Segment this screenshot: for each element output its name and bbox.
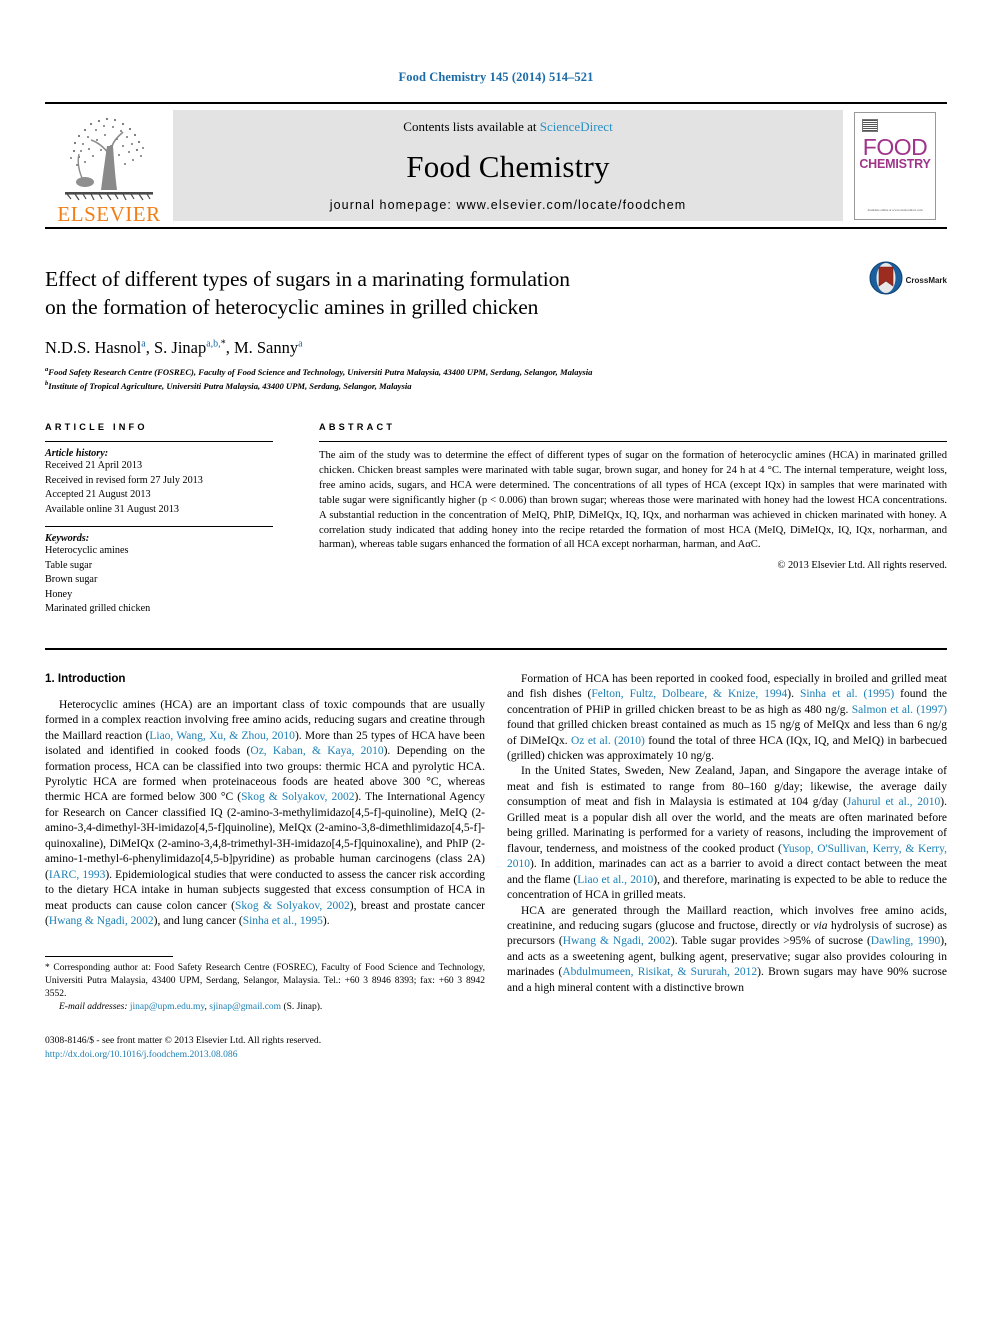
sciencedirect-link[interactable]: ScienceDirect	[540, 119, 613, 134]
body-columns: 1. Introduction Heterocyclic amines (HCA…	[45, 672, 947, 1062]
title-line-1: Effect of different types of sugars in a…	[45, 267, 570, 291]
affiliation-line: bInstitute of Tropical Agriculture, Univ…	[45, 379, 947, 392]
author-list: N.D.S. Hasnola, S. Jinapa,b,*, M. Sannya	[45, 337, 303, 357]
cover-publisher-mark-icon	[862, 118, 878, 132]
abstract-text: The aim of the study was to determine th…	[319, 450, 947, 551]
email-link-primary[interactable]: jinap@upm.edu.my	[130, 1002, 205, 1012]
keywords-group: Keywords: Heterocyclic amines Table suga…	[45, 527, 273, 625]
author-affiliation-mark: a	[298, 338, 303, 350]
section-heading-introduction: 1. Introduction	[45, 671, 126, 685]
abstract-column: ABSTRACT The aim of the study was to det…	[319, 422, 947, 625]
info-abstract-region: ARTICLE INFO Article history: Received 2…	[45, 422, 947, 625]
history-item: Accepted 21 August 2013	[45, 489, 151, 501]
keyword-item: Honey	[45, 588, 73, 600]
right-column: Formation of HCA has been reported in co…	[507, 672, 947, 1062]
elsevier-tree-icon	[55, 110, 163, 206]
body-paragraph: Formation of HCA has been reported in co…	[507, 672, 948, 762]
email-link-secondary[interactable]: sjinap@gmail.com	[209, 1002, 281, 1012]
footnote-separator	[45, 955, 173, 957]
journal-masthead: ELSEVIER Contents lists available at Sci…	[45, 102, 947, 229]
history-item: Available online 31 August 2013	[45, 503, 179, 515]
body-paragraph: Heterocyclic amines (HCA) are an importa…	[45, 698, 486, 928]
email-footnote: E-mail addresses: jinap@upm.edu.my, sjin…	[59, 1001, 323, 1012]
abstract-heading: ABSTRACT	[319, 422, 396, 433]
author-name: M. Sanny	[233, 337, 299, 357]
title-block: CrossMark Effect of different types of s…	[45, 261, 947, 392]
elsevier-wordmark: ELSEVIER	[57, 202, 161, 226]
abstract-copyright: © 2013 Elsevier Ltd. All rights reserved…	[777, 560, 948, 572]
body-paragraph: HCA are generated through the Maillard r…	[507, 904, 947, 994]
page-title: Effect of different types of sugars in a…	[45, 265, 805, 322]
journal-cover-thumbnail: FOOD CHEMISTRY Available online at www.s…	[843, 104, 947, 227]
article-history-group: Article history: Received 21 April 2013 …	[45, 442, 273, 526]
author-name: N.D.S. Hasnol	[45, 337, 142, 357]
article-info-column: ARTICLE INFO Article history: Received 2…	[45, 422, 273, 625]
article-history-label: Article history:	[45, 448, 109, 460]
keyword-item: Heterocyclic amines	[45, 545, 129, 557]
keyword-item: Brown sugar	[45, 574, 98, 586]
author-name: S. Jinap	[153, 337, 207, 357]
elsevier-logo: ELSEVIER	[45, 104, 173, 227]
history-item: Received 21 April 2013	[45, 460, 143, 472]
body-paragraph: In the United States, Sweden, New Zealan…	[507, 765, 948, 902]
email-suffix: (S. Jinap).	[283, 1001, 323, 1012]
crossmark-icon	[869, 261, 903, 300]
contents-available-line: Contents lists available at ScienceDirec…	[403, 119, 612, 135]
keyword-item: Table sugar	[45, 559, 93, 571]
crossmark-badge[interactable]: CrossMark	[869, 261, 947, 300]
cover-footer-text: Available online at www.sciencedirect.co…	[867, 207, 923, 212]
affiliation-text: Institute of Tropical Agriculture, Unive…	[48, 380, 412, 391]
cover-title-food: FOOD	[862, 133, 928, 160]
affiliation-text: Food Safety Research Centre (FOSREC), Fa…	[48, 366, 593, 377]
cover-title-chemistry: CHEMISTRY	[859, 157, 931, 172]
keywords-label: Keywords:	[45, 533, 90, 545]
title-line-2: on the formation of heterocyclic amines …	[45, 295, 539, 320]
running-head: Food Chemistry 145 (2014) 514–521	[398, 70, 594, 84]
issn-copyright-block: 0308-8146/$ - see front matter © 2013 El…	[45, 1034, 485, 1062]
corresponding-author-footnote: * Corresponding author at: Food Safety R…	[45, 962, 485, 1001]
left-column: 1. Introduction Heterocyclic amines (HCA…	[45, 672, 485, 1062]
corresponding-author-mark[interactable]: *	[221, 338, 226, 349]
contents-prefix: Contents lists available at	[403, 119, 540, 134]
email-label: E-mail addresses:	[59, 1001, 128, 1012]
journal-homepage-link[interactable]: journal homepage: www.elsevier.com/locat…	[330, 198, 687, 212]
journal-title: Food Chemistry	[406, 148, 610, 184]
history-item: Received in revised form 27 July 2013	[45, 474, 203, 486]
corresponding-author-text: * Corresponding author at: Food Safety R…	[45, 962, 485, 999]
keyword-item: Marinated grilled chicken	[45, 603, 151, 615]
article-info-heading: ARTICLE INFO	[45, 422, 148, 433]
affiliation-line: aFood Safety Research Centre (FOSREC), F…	[45, 365, 947, 378]
section-divider	[45, 647, 947, 650]
author-affiliation-mark: a	[141, 338, 146, 350]
issn-line: 0308-8146/$ - see front matter © 2013 El…	[45, 1034, 322, 1046]
masthead-panel: Contents lists available at ScienceDirec…	[173, 110, 843, 221]
article-page: Food Chemistry 145 (2014) 514–521 ELSEVI…	[0, 0, 992, 1323]
crossmark-label: CrossMark	[905, 276, 947, 285]
doi-link[interactable]: http://dx.doi.org/10.1016/j.foodchem.201…	[45, 1048, 485, 1062]
author-affiliation-mark: a,b,	[206, 338, 221, 350]
